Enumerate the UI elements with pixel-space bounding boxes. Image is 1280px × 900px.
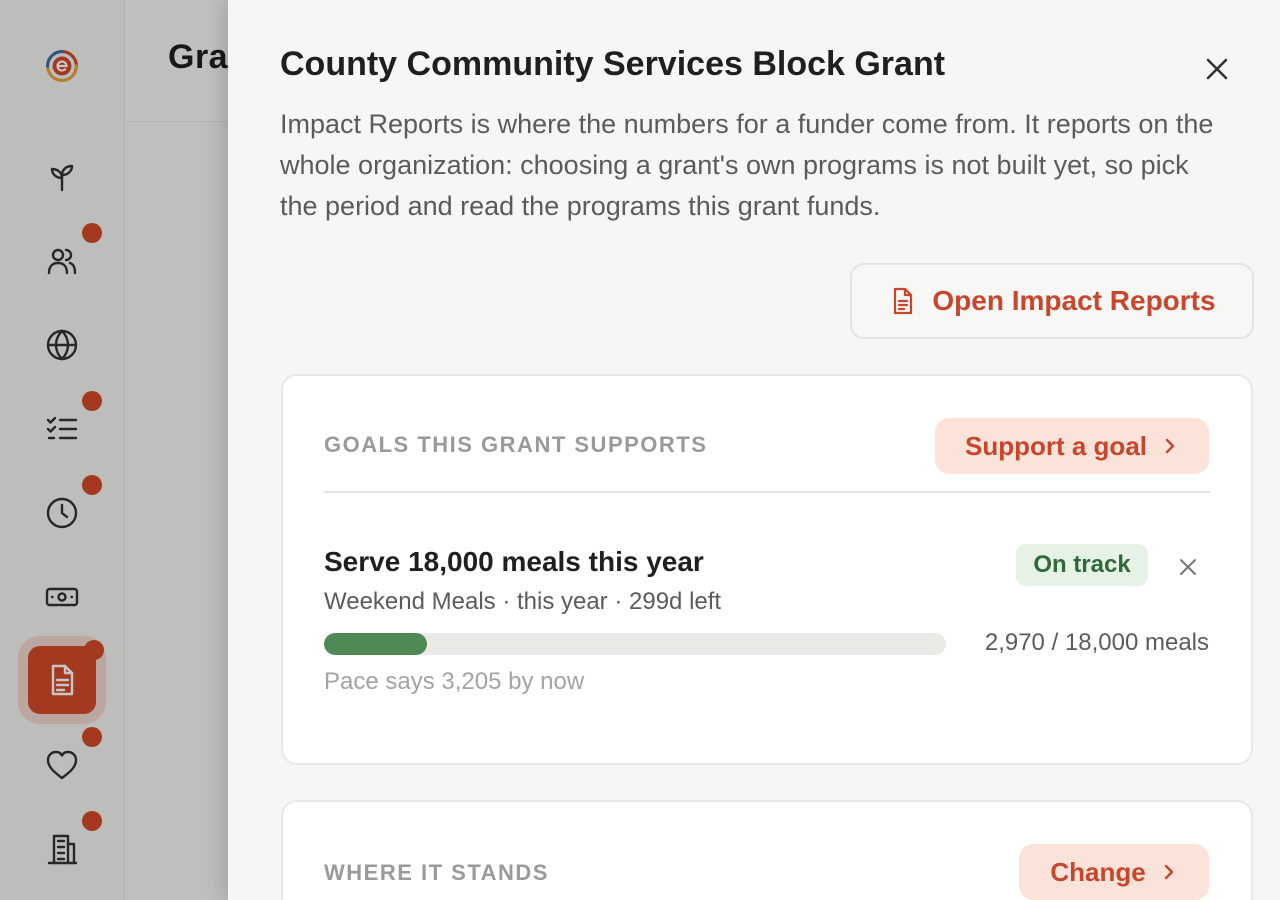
- status-badge: On track: [1016, 544, 1148, 586]
- change-button[interactable]: Change: [1019, 844, 1209, 900]
- goal-progress-bar: [324, 633, 946, 655]
- goal-meta: Weekend Meals · this year · 299d left: [324, 588, 722, 615]
- close-icon: [1206, 58, 1228, 80]
- support-goal-button[interactable]: Support a goal: [935, 418, 1209, 474]
- grant-drawer: County Community Services Block Grant Im…: [228, 0, 1280, 900]
- goal-progress-text: 2,970 / 18,000 meals: [984, 629, 1209, 656]
- open-impact-reports-label: Open Impact Reports: [932, 285, 1216, 316]
- goals-card: GOALS THIS GRANT SUPPORTS Support a goal…: [281, 374, 1253, 765]
- goals-card-label: GOALS THIS GRANT SUPPORTS: [324, 432, 708, 457]
- where-it-stands-card: WHERE IT STANDS Change: [281, 800, 1253, 900]
- close-drawer-button[interactable]: [1198, 50, 1236, 88]
- goal-title: Serve 18,000 meals this year: [324, 546, 704, 577]
- goal-progress-fill: [324, 633, 427, 655]
- open-impact-reports-button[interactable]: Open Impact Reports: [850, 263, 1254, 339]
- goal-pace-note: Pace says 3,205 by now: [324, 668, 585, 695]
- change-label: Change: [1050, 856, 1146, 887]
- drawer-description: Impact Reports is where the numbers for …: [280, 109, 1214, 221]
- chevron-right-icon: [1165, 438, 1175, 454]
- document-icon: [894, 287, 913, 315]
- chevron-right-icon: [1164, 864, 1173, 880]
- drawer-title: County Community Services Block Grant: [280, 45, 946, 83]
- support-goal-label: Support a goal: [965, 430, 1147, 461]
- close-icon: [1180, 559, 1196, 575]
- where-it-stands-label: WHERE IT STANDS: [324, 860, 549, 885]
- card-divider: [324, 491, 1210, 493]
- remove-goal-button[interactable]: [1173, 552, 1203, 582]
